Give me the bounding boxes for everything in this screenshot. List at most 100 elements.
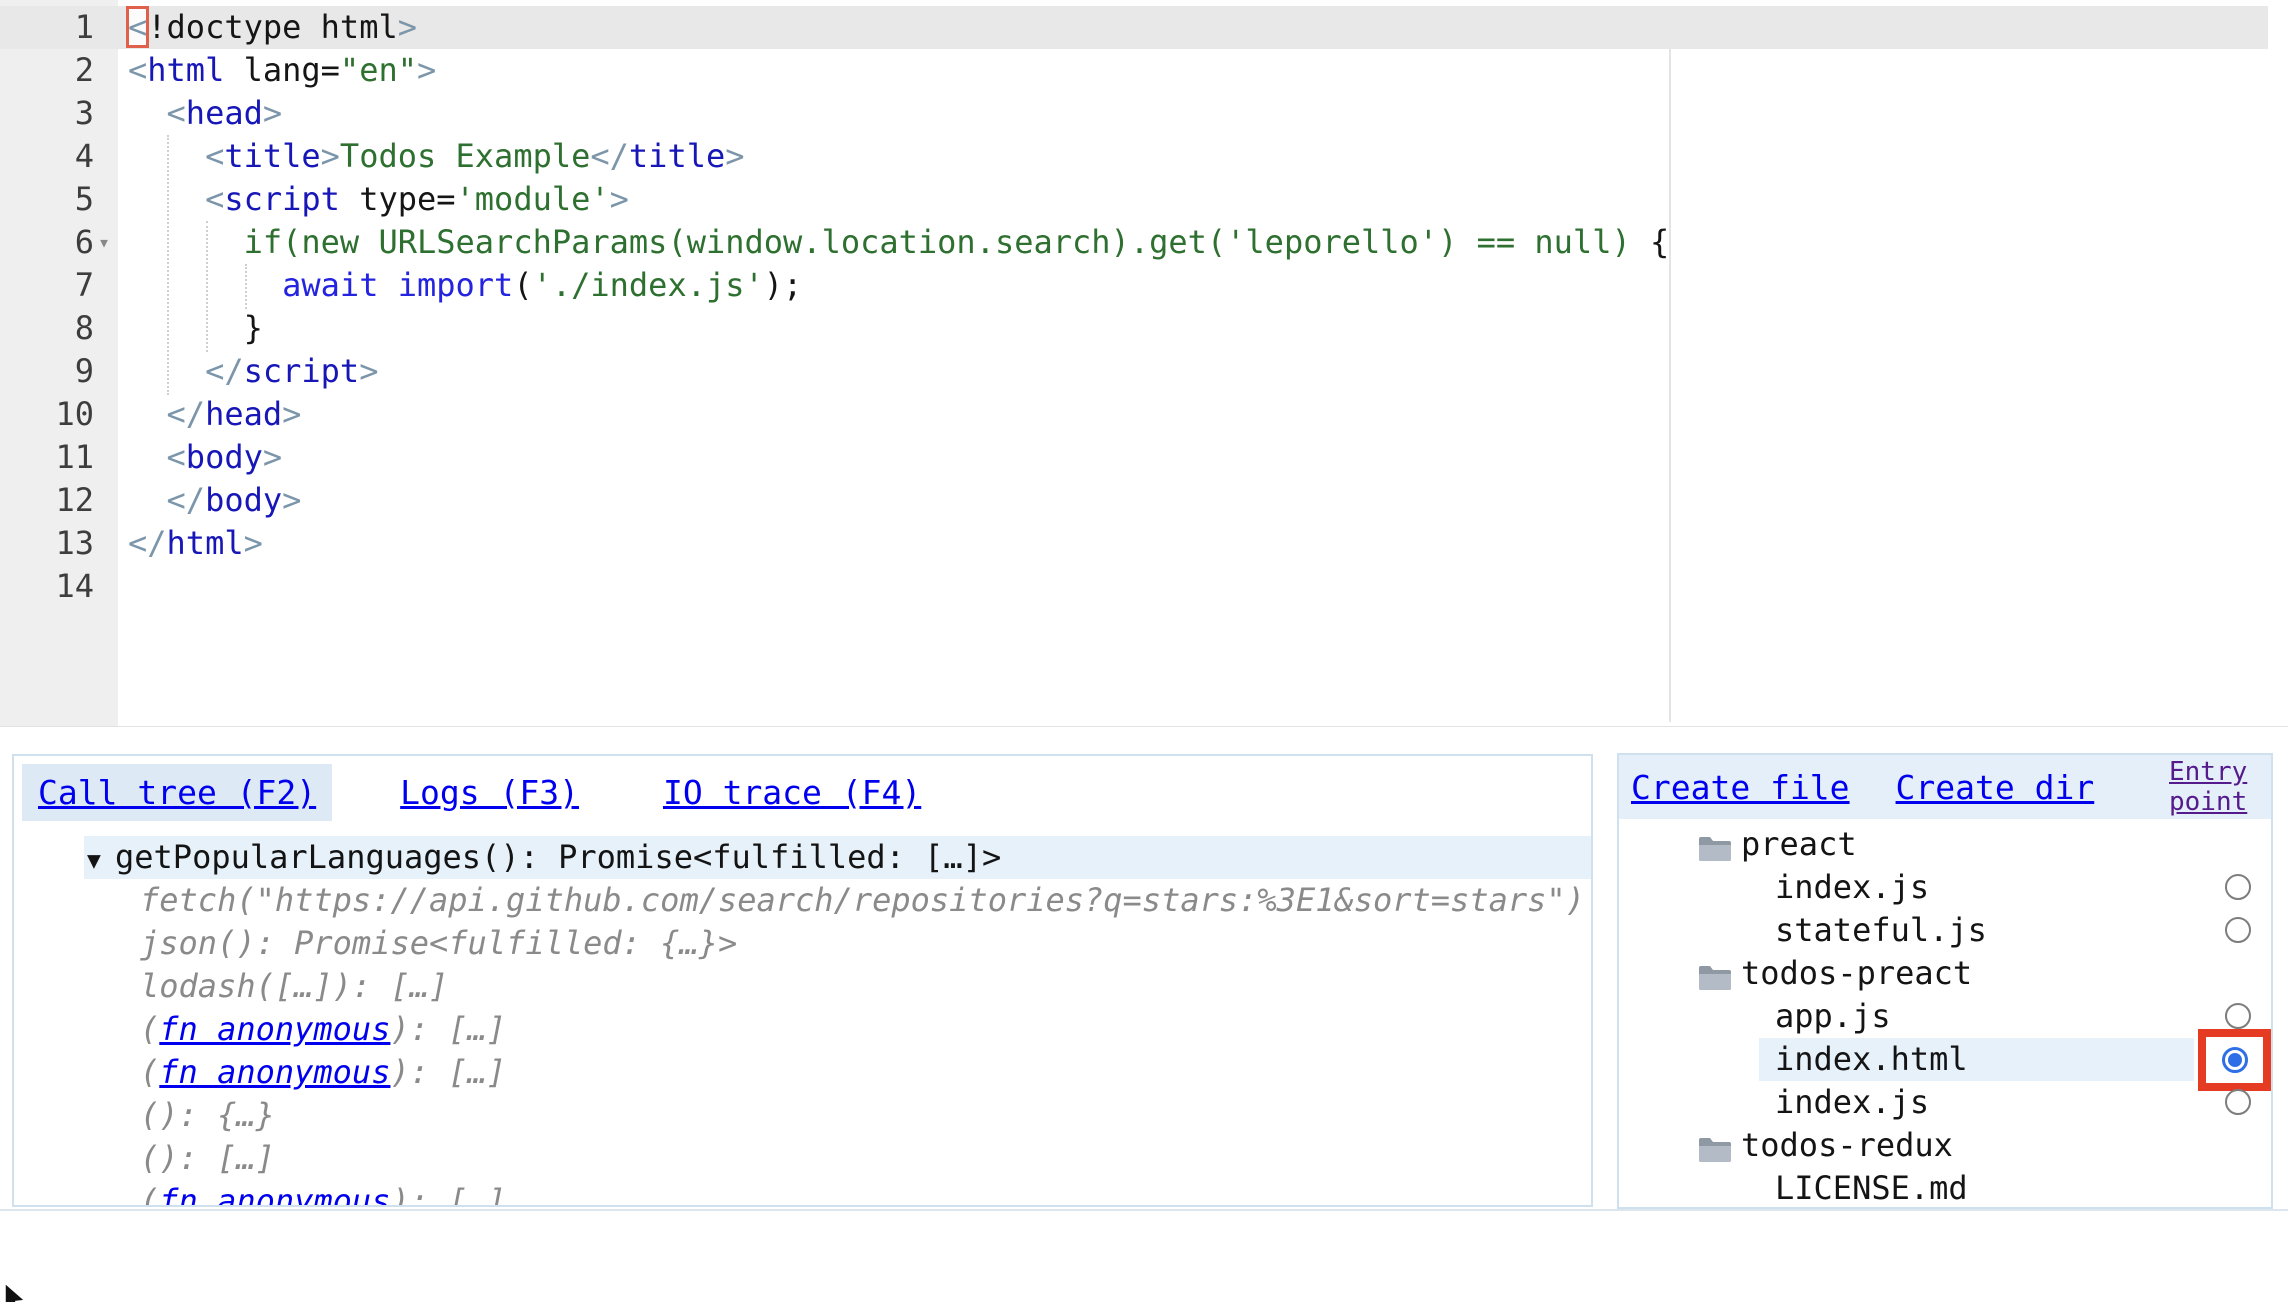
file-name: index.js (1775, 866, 1929, 909)
folder-row[interactable]: todos-preact (1619, 952, 2271, 995)
code-line-7[interactable]: 7 await import('./index.js'); (0, 264, 2268, 307)
code-line-11[interactable]: 11 <body> (0, 436, 2268, 479)
folder-name: todos-redux (1741, 1124, 1953, 1167)
call-tree-row[interactable]: (): {…} (14, 1094, 1591, 1137)
code-text: <title>Todos Example</title> (128, 135, 745, 178)
code-line-8[interactable]: 8 } (0, 307, 2268, 350)
code-line-9[interactable]: 9 </script> (0, 350, 2268, 393)
file-row[interactable]: index.js (1619, 866, 2271, 909)
file-tree: preactindex.jsstateful.jstodos-preactapp… (1619, 823, 2271, 1209)
file-row[interactable]: LICENSE.md (1619, 1167, 2271, 1209)
call-tree: ▼getPopularLanguages(): Promise<fulfille… (14, 836, 1591, 1207)
file-name: stateful.js (1775, 909, 1987, 952)
line-number: 11 (0, 436, 94, 479)
entry-point-radio[interactable] (2225, 1089, 2251, 1115)
file-name: index.js (1775, 1081, 1929, 1124)
tab-logs[interactable]: Logs (F3) (384, 764, 595, 821)
code-line-3[interactable]: 3 <head> (0, 92, 2268, 135)
mouse-cursor-icon (2, 1282, 32, 1302)
call-tree-row[interactable]: (fn anonymous): […] (14, 1180, 1591, 1207)
code-text: } (128, 307, 263, 350)
call-tree-row[interactable]: (fn anonymous): […] (14, 1051, 1591, 1094)
keybindings-mode-group: Standard VIM (1698, 1215, 1942, 1302)
file-name: index.html (1775, 1038, 1968, 1081)
entry-point-radio[interactable] (2225, 917, 2251, 943)
file-row[interactable]: index.html (1619, 1038, 2271, 1081)
tab-bar: Call tree (F2) Logs (F3) IO trace (F4) (22, 764, 937, 821)
call-tree-panel: Call tree (F2) Logs (F3) IO trace (F4) ▼… (12, 754, 1593, 1207)
line-number: 2 (0, 49, 94, 92)
fn-anonymous-link[interactable]: fn anonymous (159, 1182, 390, 1207)
line-number: 13 (0, 522, 94, 565)
folder-icon (1697, 960, 1733, 988)
tab-call-tree[interactable]: Call tree (F2) (22, 764, 332, 821)
call-tree-row[interactable]: (): […] (14, 1137, 1591, 1180)
folder-row[interactable]: todos-redux (1619, 1124, 2271, 1167)
help-link-wrap: Help (2046, 1236, 2162, 1302)
entry-point-radio[interactable] (2225, 874, 2251, 900)
entry-point-link[interactable]: Entry point (2169, 757, 2265, 817)
line-number: 4 (0, 135, 94, 178)
file-panel-header: Create file Create dir Entry point (1619, 755, 2271, 819)
text-cursor: < (128, 8, 147, 46)
code-line-4[interactable]: 4 <title>Todos Example</title> (0, 135, 2268, 178)
code-text: <head> (128, 92, 282, 135)
file-row[interactable]: app.js (1619, 995, 2271, 1038)
code-text: </head> (128, 393, 301, 436)
create-dir-button[interactable]: Create dir (1896, 768, 2095, 807)
code-line-10[interactable]: 10 </head> (0, 393, 2268, 436)
create-file-button[interactable]: Create file (1631, 768, 1850, 807)
line-number: 1 (0, 6, 94, 49)
entry-point-radio[interactable] (2225, 1003, 2251, 1029)
call-tree-row[interactable]: lodash([…]): […] (14, 965, 1591, 1008)
entry-point-radio[interactable] (2222, 1047, 2248, 1073)
code-text: <!doctype html> (128, 6, 417, 49)
file-row[interactable]: index.js (1619, 1081, 2271, 1124)
line-number: 5 (0, 178, 94, 221)
folder-name: todos-preact (1741, 952, 1972, 995)
line-number: 3 (0, 92, 94, 135)
folder-icon (1697, 1132, 1733, 1160)
line-number: 12 (0, 479, 94, 522)
status-bar: docs/examples/todos- preact/index.html C… (0, 1209, 2288, 1302)
code-editor[interactable]: 1 <!doctype html>2<html lang="en">3 <head… (0, 0, 2288, 727)
line-number: 9 (0, 350, 94, 393)
clear-io-trace-button[interactable]: Clear IO trace (F6) (718, 1215, 988, 1302)
fn-anonymous-link[interactable]: fn anonymous (159, 1053, 390, 1091)
file-panel: Create file Create dir Entry point preac… (1617, 753, 2273, 1209)
call-tree-row[interactable]: (fn anonymous): […] (14, 1008, 1591, 1051)
fn-anonymous-link[interactable]: fn anonymous (159, 1010, 390, 1048)
tab-io-trace[interactable]: IO trace (F4) (647, 764, 937, 821)
line-number: 14 (0, 565, 94, 608)
file-row[interactable]: stateful.js (1619, 909, 2271, 952)
code-text: await import('./index.js'); (128, 264, 802, 307)
call-tree-row[interactable]: json(): Promise<fulfilled: {…}> (14, 922, 1591, 965)
code-line-12[interactable]: 12 </body> (0, 479, 2268, 522)
line-number: 10 (0, 393, 94, 436)
github-link-wrap: Github (2154, 1236, 2270, 1302)
file-name: LICENSE.md (1775, 1167, 1968, 1209)
call-tree-row[interactable]: fetch("https://api.github.com/search/rep… (14, 879, 1591, 922)
code-line-14[interactable]: 14 (0, 565, 2268, 608)
code-line-13[interactable]: 13</html> (0, 522, 2268, 565)
code-text: if(new URLSearchParams(window.location.s… (128, 221, 1669, 264)
code-line-6[interactable]: 6▾ if(new URLSearchParams(window.locatio… (0, 221, 2268, 264)
leporello-ide: 1 <!doctype html>2<html lang="en">3 <head… (0, 0, 2288, 1302)
folder-name: preact (1741, 823, 1857, 866)
reopen-run-window-button[interactable]: (Re)open run window (F7) (1142, 1215, 1508, 1302)
code-text: </script> (128, 350, 378, 393)
line-number: 6 (0, 221, 94, 264)
folder-icon (1697, 831, 1733, 859)
fold-arrow-icon[interactable]: ▾ (98, 221, 110, 264)
code-text: </body> (128, 479, 301, 522)
file-name: app.js (1775, 995, 1891, 1038)
call-tree-row[interactable]: ▼getPopularLanguages(): Promise<fulfille… (84, 836, 1591, 879)
code-line-1[interactable]: 1 <!doctype html> (0, 6, 2268, 49)
code-text: <script type='module'> (128, 178, 629, 221)
line-number: 8 (0, 307, 94, 350)
code-line-5[interactable]: 5 <script type='module'> (0, 178, 2268, 221)
current-file-path: docs/examples/todos- preact/index.html (6, 1215, 391, 1302)
expand-arrow-icon[interactable]: ▼ (87, 840, 115, 883)
code-line-2[interactable]: 2<html lang="en"> (0, 49, 2268, 92)
folder-row[interactable]: preact (1619, 823, 2271, 866)
